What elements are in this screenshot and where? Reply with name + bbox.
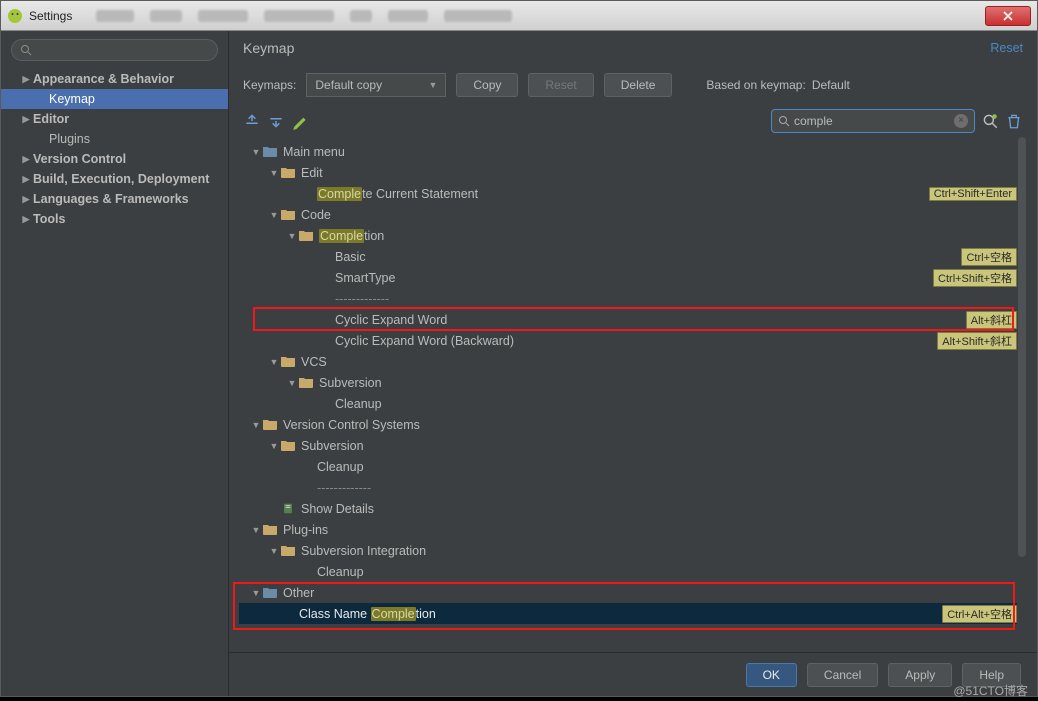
cancel-button[interactable]: Cancel [807, 663, 878, 687]
search-icon [778, 115, 790, 127]
sidebar-item[interactable]: ▶Appearance & Behavior [1, 69, 228, 89]
tree-row[interactable]: BasicCtrl+空格 [239, 246, 1027, 267]
sidebar-search[interactable] [11, 39, 218, 61]
tree-row[interactable]: ▼Subversion [239, 435, 1027, 456]
main-panel: Keymap Reset Keymaps: Default copy ▼ Cop… [229, 31, 1037, 696]
sidebar: ▶Appearance & BehaviorKeymap▶EditorPlugi… [1, 31, 229, 696]
apply-button[interactable]: Apply [888, 663, 952, 687]
keymap-tree: ▼Main menu▼EditComplete Current Statemen… [239, 137, 1027, 646]
tree-row[interactable]: Cleanup [239, 456, 1027, 477]
find-by-shortcut-icon[interactable] [981, 112, 999, 130]
tree-row[interactable]: ▼Subversion Integration [239, 540, 1027, 561]
reset-link[interactable]: Reset [990, 41, 1023, 55]
sidebar-item[interactable]: Keymap [1, 89, 228, 109]
action-search[interactable]: × [771, 109, 975, 133]
settings-window: Settings ▶Appearance & BehaviorKeymap▶Ed… [0, 0, 1038, 697]
edit-icon[interactable] [291, 112, 309, 130]
tree-row[interactable]: ▼Subversion [239, 372, 1027, 393]
tree-row[interactable]: Class Name CompletionCtrl+Alt+空格 [239, 603, 1027, 624]
copy-button[interactable]: Copy [456, 73, 518, 97]
keymaps-dropdown[interactable]: Default copy ▼ [306, 73, 446, 97]
tree-row[interactable]: ▼Edit [239, 162, 1027, 183]
action-search-input[interactable] [794, 114, 950, 128]
tree-row[interactable]: ------------- [239, 477, 1027, 498]
titlebar[interactable]: Settings [1, 1, 1037, 31]
clear-search-icon[interactable]: × [954, 114, 968, 128]
tree-row[interactable]: Cleanup [239, 561, 1027, 582]
tree-row[interactable]: ------------- [239, 288, 1027, 309]
content-area: ▶Appearance & BehaviorKeymap▶EditorPlugi… [1, 31, 1037, 696]
delete-button[interactable]: Delete [604, 73, 673, 97]
tree-row[interactable]: ▼Plug-ins [239, 519, 1027, 540]
sidebar-item[interactable]: Plugins [1, 129, 228, 149]
chevron-down-icon: ▼ [428, 80, 437, 90]
tree-row[interactable]: ▼Version Control Systems [239, 414, 1027, 435]
app-logo-icon [7, 8, 23, 24]
keymaps-label: Keymaps: [243, 78, 296, 92]
sidebar-item[interactable]: ▶Tools [1, 209, 228, 229]
collapse-all-icon[interactable] [267, 112, 285, 130]
keymaps-selected: Default copy [315, 78, 382, 92]
ok-button[interactable]: OK [746, 663, 797, 687]
tree-row[interactable]: Cyclic Expand Word (Backward)Alt+Shift+斜… [239, 330, 1027, 351]
page-title: Keymap [243, 40, 294, 56]
based-on-value: Default [812, 78, 850, 92]
tree-scrollbar[interactable] [1017, 137, 1027, 646]
tree-row[interactable]: Show Details [239, 498, 1027, 519]
window-close-button[interactable] [985, 6, 1031, 26]
sidebar-item[interactable]: ▶Build, Execution, Deployment [1, 169, 228, 189]
tree-row[interactable]: Complete Current StatementCtrl+Shift+Ent… [239, 183, 1027, 204]
window-title: Settings [29, 9, 72, 23]
reset-button[interactable]: Reset [528, 73, 593, 97]
based-on-label: Based on keymap: [706, 78, 805, 92]
trash-icon[interactable] [1005, 112, 1023, 130]
titlebar-blurred-tabs [96, 10, 512, 22]
tree-row[interactable]: ▼Code [239, 204, 1027, 225]
sidebar-item[interactable]: ▶Version Control [1, 149, 228, 169]
expand-all-icon[interactable] [243, 112, 261, 130]
tree-row[interactable]: SmartTypeCtrl+Shift+空格 [239, 267, 1027, 288]
tree-row[interactable]: Cyclic Expand WordAlt+斜杠 [239, 309, 1027, 330]
sidebar-tree: ▶Appearance & BehaviorKeymap▶EditorPlugi… [1, 69, 228, 229]
sidebar-item[interactable]: ▶Editor [1, 109, 228, 129]
tree-row[interactable]: ▼Other [239, 582, 1027, 603]
tree-row[interactable]: ▼VCS [239, 351, 1027, 372]
tree-row[interactable]: ▼Completion [239, 225, 1027, 246]
sidebar-item[interactable]: ▶Languages & Frameworks [1, 189, 228, 209]
watermark: @51CTO博客 [953, 682, 1028, 699]
tree-row[interactable]: Cleanup [239, 393, 1027, 414]
dialog-button-bar: OK Cancel Apply Help [229, 652, 1037, 696]
search-icon [20, 44, 32, 56]
tree-row[interactable]: ▼Main menu [239, 141, 1027, 162]
